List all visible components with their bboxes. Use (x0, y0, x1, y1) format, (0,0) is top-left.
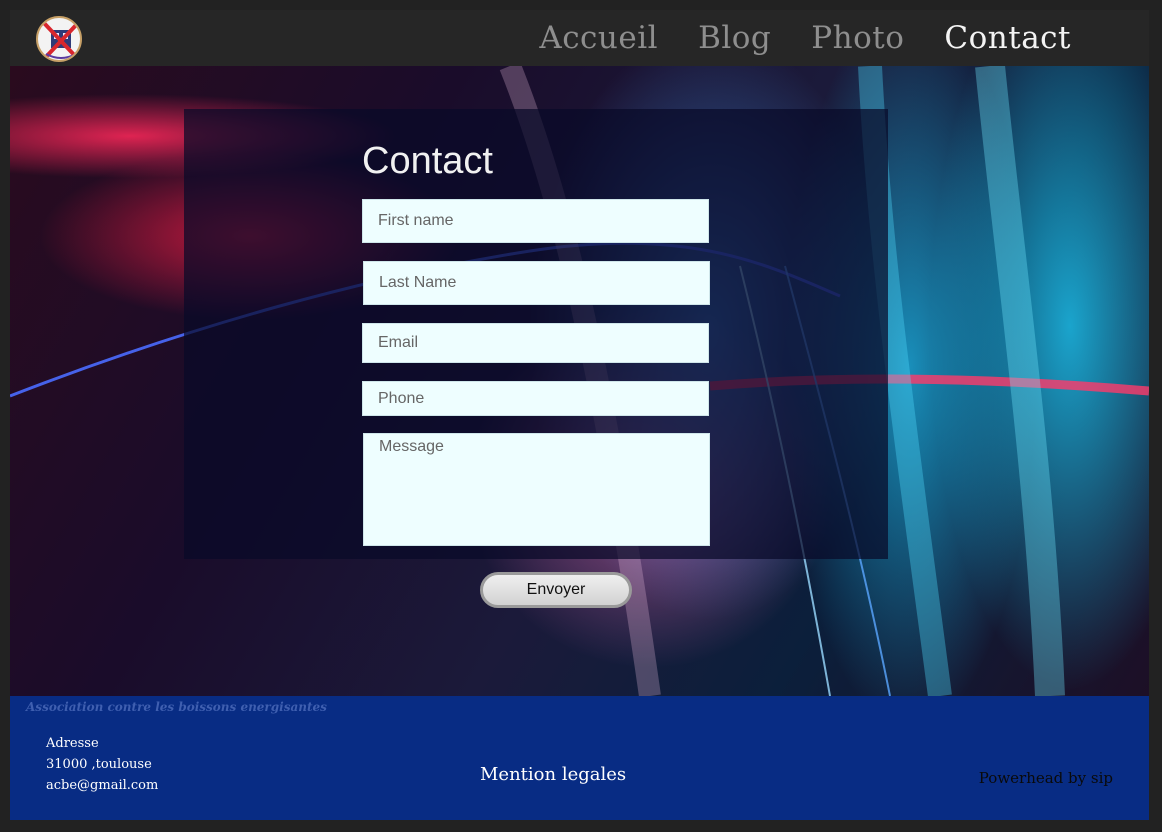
footer: Association contre les boissons energisa… (10, 696, 1149, 820)
email-field[interactable] (362, 323, 709, 363)
page-frame: Accueil Blog Photo Contact Contact Envoy… (10, 10, 1149, 820)
site-logo-icon[interactable] (36, 16, 82, 62)
top-navigation-bar: Accueil Blog Photo Contact (10, 10, 1149, 66)
nav-blog[interactable]: Blog (698, 20, 771, 56)
nav-photo[interactable]: Photo (811, 20, 904, 56)
address-city: 31000 ,toulouse (46, 757, 152, 772)
address-label: Adresse (46, 736, 99, 751)
first-name-field[interactable] (362, 199, 709, 243)
main-nav: Accueil Blog Photo Contact (539, 10, 1071, 66)
last-name-field[interactable] (363, 261, 710, 305)
association-name: Association contre les boissons energisa… (26, 700, 327, 714)
phone-field[interactable] (362, 381, 709, 416)
hero-background: Contact Envoyer (10, 66, 1149, 696)
contact-title: Contact (362, 140, 493, 182)
message-field[interactable] (363, 433, 710, 546)
nav-contact[interactable]: Contact (944, 20, 1071, 56)
contact-email[interactable]: acbe@gmail.com (46, 775, 158, 796)
powered-by-text: Powerhead by sip (978, 769, 1113, 787)
address-block: Adresse 31000 ,toulouse acbe@gmail.com (46, 733, 158, 796)
legal-notice-link[interactable]: Mention legales (480, 764, 626, 785)
nav-accueil[interactable]: Accueil (539, 20, 658, 56)
send-button[interactable]: Envoyer (480, 572, 632, 608)
